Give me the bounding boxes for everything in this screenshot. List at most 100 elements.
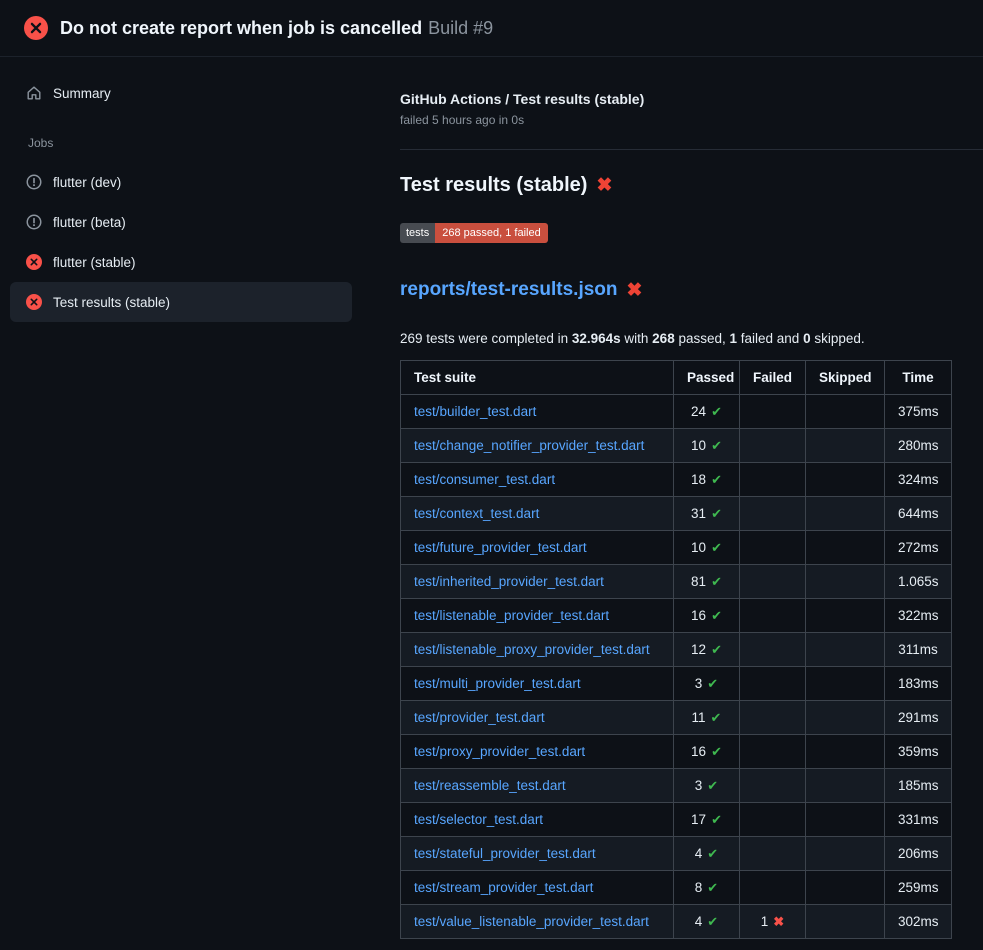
job-label: flutter (stable) <box>53 255 136 270</box>
time-value: 359ms <box>898 744 939 759</box>
breadcrumb: GitHub Actions / Test results (stable) <box>400 91 951 107</box>
suite-link[interactable]: test/consumer_test.dart <box>414 472 555 487</box>
sidebar-item-label: Summary <box>53 86 111 101</box>
table-row: test/stream_provider_test.dart 8✔ 259ms <box>401 871 952 905</box>
job-label: flutter (dev) <box>53 175 121 190</box>
table-row: test/builder_test.dart 24✔ 375ms <box>401 395 952 429</box>
table-row: test/listenable_proxy_provider_test.dart… <box>401 633 952 667</box>
passed-count: 4 <box>695 846 703 861</box>
check-icon: ✔ <box>711 608 722 623</box>
neutral-status-icon <box>26 214 42 230</box>
check-icon: ✔ <box>711 812 722 827</box>
sidebar-item-summary[interactable]: Summary <box>10 80 352 106</box>
suite-link[interactable]: test/builder_test.dart <box>414 404 536 419</box>
badge-label: tests <box>400 223 435 243</box>
suite-link[interactable]: test/selector_test.dart <box>414 812 543 827</box>
suite-link[interactable]: test/listenable_provider_test.dart <box>414 608 609 623</box>
passed-count: 12 <box>691 642 706 657</box>
results-table-body: test/builder_test.dart 24✔ 375ms test/ch… <box>401 395 952 939</box>
time-value: 1.065s <box>898 574 939 589</box>
table-row: test/provider_test.dart 11 ✔ 291ms <box>401 701 952 735</box>
check-icon: ✔ <box>711 404 722 419</box>
failed-status-icon <box>26 294 42 310</box>
job-label: flutter (beta) <box>53 215 126 230</box>
passed-count: 17 <box>691 812 706 827</box>
time-value: 259ms <box>898 880 939 895</box>
sidebar-item-flutter-dev[interactable]: flutter (dev) <box>10 162 352 202</box>
passed-count: 81 <box>691 574 706 589</box>
time-value: 324ms <box>898 472 939 487</box>
tests-summary-text: 269 tests were completed in 32.964s with… <box>400 331 951 346</box>
time-value: 183ms <box>898 676 939 691</box>
table-row: test/selector_test.dart 17 ✔ 331ms <box>401 803 952 837</box>
jobs-section-heading: Jobs <box>28 136 392 150</box>
time-value: 280ms <box>898 438 939 453</box>
suite-link[interactable]: test/value_listenable_provider_test.dart <box>414 914 649 929</box>
report-heading: reports/test-results.json ✖ <box>400 279 951 301</box>
sidebar-item-test-results-stable[interactable]: Test results (stable) <box>10 282 352 322</box>
sidebar: Summary Jobs flutter (dev) flutter (beta… <box>0 57 392 322</box>
passed-count: 18 <box>691 472 706 487</box>
check-icon: ✔ <box>711 506 722 521</box>
time-value: 644ms <box>898 506 939 521</box>
table-row: test/stateful_provider_test.dart 4✔ 206m… <box>401 837 952 871</box>
check-icon: ✔ <box>711 744 722 759</box>
cross-mark-icon: ✖ <box>596 176 612 195</box>
check-run-header: Do not create report when job is cancell… <box>0 0 983 57</box>
suite-link[interactable]: test/future_provider_test.dart <box>414 540 587 555</box>
table-row: test/reassemble_test.dart 3✔ 185ms <box>401 769 952 803</box>
passed-count: 10 <box>691 438 706 453</box>
suite-link[interactable]: test/context_test.dart <box>414 506 539 521</box>
table-row: test/multi_provider_test.dart 3✔ 183ms <box>401 667 952 701</box>
report-file-link[interactable]: reports/test-results.json <box>400 279 618 301</box>
sidebar-item-flutter-stable[interactable]: flutter (stable) <box>10 242 352 282</box>
passed-count: 31 <box>691 506 706 521</box>
results-table: Test suite Passed Failed Skipped Time te… <box>400 360 952 939</box>
suite-link[interactable]: test/listenable_proxy_provider_test.dart <box>414 642 650 657</box>
failed-count: 1 <box>761 914 769 929</box>
suite-link[interactable]: test/inherited_provider_test.dart <box>414 574 604 589</box>
passed-count: 16 <box>691 608 706 623</box>
check-icon: ✔ <box>707 914 718 929</box>
check-icon: ✔ <box>711 574 722 589</box>
time-value: 206ms <box>898 846 939 861</box>
suite-link[interactable]: test/proxy_provider_test.dart <box>414 744 585 759</box>
x-icon: ✖ <box>773 914 784 929</box>
cross-mark-icon: ✖ <box>627 281 643 300</box>
time-value: 331ms <box>898 812 939 827</box>
passed-count: 10 <box>691 540 706 555</box>
check-icon: ✔ <box>711 540 722 555</box>
table-row: test/consumer_test.dart 18✔ 324ms <box>401 463 952 497</box>
page-title: Do not create report when job is cancell… <box>60 18 493 39</box>
table-row: test/inherited_provider_test.dart 81 ✔ 1.… <box>401 565 952 599</box>
check-icon: ✔ <box>711 642 722 657</box>
badge-value: 268 passed, 1 failed <box>435 223 547 243</box>
time-value: 322ms <box>898 608 939 623</box>
time-value: 291ms <box>898 710 939 725</box>
suite-link[interactable]: test/change_notifier_provider_test.dart <box>414 438 644 453</box>
suite-link[interactable]: test/stateful_provider_test.dart <box>414 846 596 861</box>
main-content: GitHub Actions / Test results (stable) f… <box>392 57 983 939</box>
suite-link[interactable]: test/multi_provider_test.dart <box>414 676 581 691</box>
check-icon: ✔ <box>711 710 722 725</box>
neutral-status-icon <box>26 174 42 190</box>
table-row: test/context_test.dart 31 ✔ 644ms <box>401 497 952 531</box>
table-row: test/change_notifier_provider_test.dart … <box>401 429 952 463</box>
check-icon: ✔ <box>711 438 722 453</box>
passed-count: 24 <box>691 404 706 419</box>
column-header-skipped: Skipped <box>806 361 885 395</box>
suite-link[interactable]: test/reassemble_test.dart <box>414 778 566 793</box>
check-icon: ✔ <box>707 676 718 691</box>
passed-count: 16 <box>691 744 706 759</box>
column-header-test-suite: Test suite <box>401 361 674 395</box>
table-row: test/value_listenable_provider_test.dart… <box>401 905 952 939</box>
column-header-passed: Passed <box>674 361 740 395</box>
divider <box>400 149 983 150</box>
table-header-row: Test suite Passed Failed Skipped Time <box>401 361 952 395</box>
passed-count: 11 <box>692 710 706 725</box>
check-icon: ✔ <box>707 778 718 793</box>
suite-link[interactable]: test/stream_provider_test.dart <box>414 880 593 895</box>
run-status-text: failed 5 hours ago in 0s <box>400 113 951 127</box>
sidebar-item-flutter-beta[interactable]: flutter (beta) <box>10 202 352 242</box>
suite-link[interactable]: test/provider_test.dart <box>414 710 545 725</box>
